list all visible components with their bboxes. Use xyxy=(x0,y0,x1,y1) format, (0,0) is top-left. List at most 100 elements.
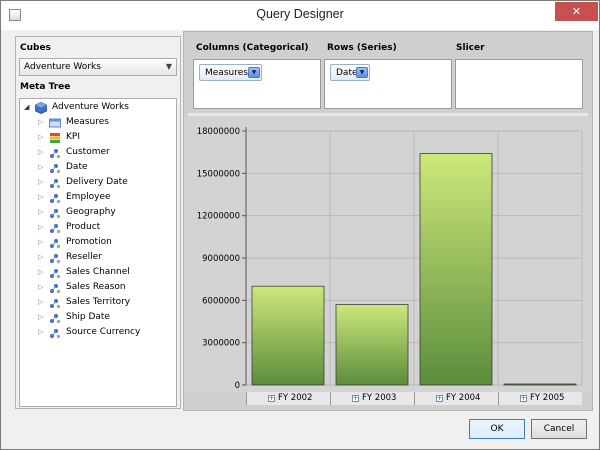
collapsed-arrow-icon[interactable]: ▷ xyxy=(38,178,43,186)
tree-item[interactable]: ▷ Sales Channel xyxy=(38,266,170,281)
tree-item[interactable]: ▷ Delivery Date xyxy=(38,176,170,191)
cancel-button[interactable]: Cancel xyxy=(531,419,587,439)
dimension-icon xyxy=(49,282,61,294)
close-button[interactable]: ✕ xyxy=(555,2,598,21)
y-tick-label: 15000000 xyxy=(197,169,240,179)
tree-item-label: Reseller xyxy=(66,252,102,262)
chevron-down-icon[interactable]: ▼ xyxy=(356,67,368,78)
collapsed-arrow-icon[interactable]: ▷ xyxy=(38,328,43,336)
rows-zone-title: Rows (Series) xyxy=(327,43,397,53)
dimension-icon xyxy=(49,192,61,204)
y-tick-label: 6000000 xyxy=(202,296,240,306)
bar xyxy=(419,153,493,386)
x-category-label: FY 2004 xyxy=(446,393,481,403)
collapsed-arrow-icon[interactable]: ▷ xyxy=(38,313,43,321)
query-panel: Columns (Categorical) Rows (Series) Slic… xyxy=(183,31,593,411)
x-category: + FY 2002 xyxy=(246,392,330,405)
query-designer-window: Query Designer ✕ Cubes Adventure Works ▼… xyxy=(0,0,600,450)
tree-item[interactable]: ▷ Customer xyxy=(38,146,170,161)
tree-item[interactable]: ▷ Source Currency xyxy=(38,326,170,341)
y-tick-label: 18000000 xyxy=(197,127,240,137)
bar xyxy=(335,304,409,386)
meta-tree[interactable]: ◢ Adventure Works ▷ Measures ▷ KPI ▷ Customer ▷ D… xyxy=(19,98,177,407)
dimension-icon xyxy=(49,222,61,234)
window-title: Query Designer xyxy=(256,7,344,21)
meta-tree-label: Meta Tree xyxy=(20,82,71,92)
tree-item-label: Geography xyxy=(66,207,116,217)
tree-item[interactable]: ▷ Promotion xyxy=(38,236,170,251)
columns-drop-zone[interactable]: Measures ▼ xyxy=(193,59,321,109)
tree-item-label: Product xyxy=(66,222,101,232)
x-category: + FY 2005 xyxy=(498,392,582,405)
tree-item-label: KPI xyxy=(66,132,80,142)
expand-icon[interactable]: + xyxy=(268,395,275,402)
tree-item[interactable]: ▷ Geography xyxy=(38,206,170,221)
dimension-icon xyxy=(49,252,61,264)
x-category-label: FY 2003 xyxy=(362,393,397,403)
y-tick-label: 9000000 xyxy=(202,254,240,264)
bar xyxy=(251,285,325,386)
rows-chip-label: Date xyxy=(336,68,358,78)
x-category: + FY 2004 xyxy=(414,392,498,405)
expand-icon[interactable]: + xyxy=(436,395,443,402)
collapsed-arrow-icon[interactable]: ▷ xyxy=(38,268,43,276)
columns-zone-title: Columns (Categorical) xyxy=(196,43,309,53)
tree-item-label: Source Currency xyxy=(66,327,141,337)
dimension-icon xyxy=(49,162,61,174)
tree-item-label: Sales Channel xyxy=(66,267,130,277)
columns-chip-label: Measures xyxy=(205,68,248,78)
x-category: + FY 2003 xyxy=(330,392,414,405)
chevron-down-icon[interactable]: ▼ xyxy=(248,67,260,78)
collapsed-arrow-icon[interactable]: ▷ xyxy=(38,148,43,156)
collapsed-arrow-icon[interactable]: ▷ xyxy=(38,223,43,231)
rows-chip[interactable]: Date ▼ xyxy=(330,64,370,81)
tree-item[interactable]: ▷ Measures xyxy=(38,116,170,131)
expand-icon[interactable]: + xyxy=(520,395,527,402)
dimension-icon xyxy=(49,327,61,339)
tree-item-label: Ship Date xyxy=(66,312,111,322)
dimension-icon xyxy=(49,267,61,279)
x-category-label: FY 2005 xyxy=(530,393,565,403)
collapsed-arrow-icon[interactable]: ▷ xyxy=(38,133,43,141)
tree-item-label: Date xyxy=(66,162,88,172)
collapsed-arrow-icon[interactable]: ▷ xyxy=(38,298,43,306)
cube-icon xyxy=(35,102,47,114)
expand-icon[interactable]: + xyxy=(352,395,359,402)
collapsed-arrow-icon[interactable]: ▷ xyxy=(38,283,43,291)
x-category-label: FY 2002 xyxy=(278,393,313,403)
collapsed-arrow-icon[interactable]: ▷ xyxy=(38,208,43,216)
expanded-arrow-icon[interactable]: ◢ xyxy=(24,103,29,111)
tree-item-label: Employee xyxy=(66,192,111,202)
dimension-icon xyxy=(49,237,61,249)
tree-item[interactable]: ▷ Date xyxy=(38,161,170,176)
bar-chart: 0 3000000 6000000 9000000 12000000 15000000 18… xyxy=(184,116,592,392)
tree-item[interactable]: ◢ Adventure Works xyxy=(24,101,170,116)
tree-item[interactable]: ▷ Reseller xyxy=(38,251,170,266)
tree-item[interactable]: ▷ KPI xyxy=(38,131,170,146)
collapsed-arrow-icon[interactable]: ▷ xyxy=(38,238,43,246)
tree-item-label: Measures xyxy=(66,117,109,127)
dimension-icon xyxy=(49,177,61,189)
collapsed-arrow-icon[interactable]: ▷ xyxy=(38,163,43,171)
rows-drop-zone[interactable]: Date ▼ xyxy=(324,59,452,109)
cube-select[interactable]: Adventure Works ▼ xyxy=(19,58,177,76)
tree-item[interactable]: ▷ Product xyxy=(38,221,170,236)
slicer-drop-zone[interactable] xyxy=(455,59,583,109)
dimension-icon xyxy=(49,312,61,324)
cube-select-value: Adventure Works xyxy=(24,62,101,72)
collapsed-arrow-icon[interactable]: ▷ xyxy=(38,253,43,261)
tree-item[interactable]: ▷ Employee xyxy=(38,191,170,206)
chevron-down-icon: ▼ xyxy=(165,62,172,71)
cube-browser-panel: Cubes Adventure Works ▼ Meta Tree ◢ Adven… xyxy=(15,36,181,409)
ok-button[interactable]: OK xyxy=(469,419,525,439)
tree-item[interactable]: ▷ Sales Reason xyxy=(38,281,170,296)
columns-chip[interactable]: Measures ▼ xyxy=(199,64,262,81)
measures-icon xyxy=(49,117,61,129)
tree-item-label: Adventure Works xyxy=(52,102,129,112)
tree-item-label: Promotion xyxy=(66,237,112,247)
tree-item[interactable]: ▷ Ship Date xyxy=(38,311,170,326)
collapsed-arrow-icon[interactable]: ▷ xyxy=(38,193,43,201)
collapsed-arrow-icon[interactable]: ▷ xyxy=(38,118,43,126)
y-tick-label: 3000000 xyxy=(202,339,240,349)
tree-item[interactable]: ▷ Sales Territory xyxy=(38,296,170,311)
